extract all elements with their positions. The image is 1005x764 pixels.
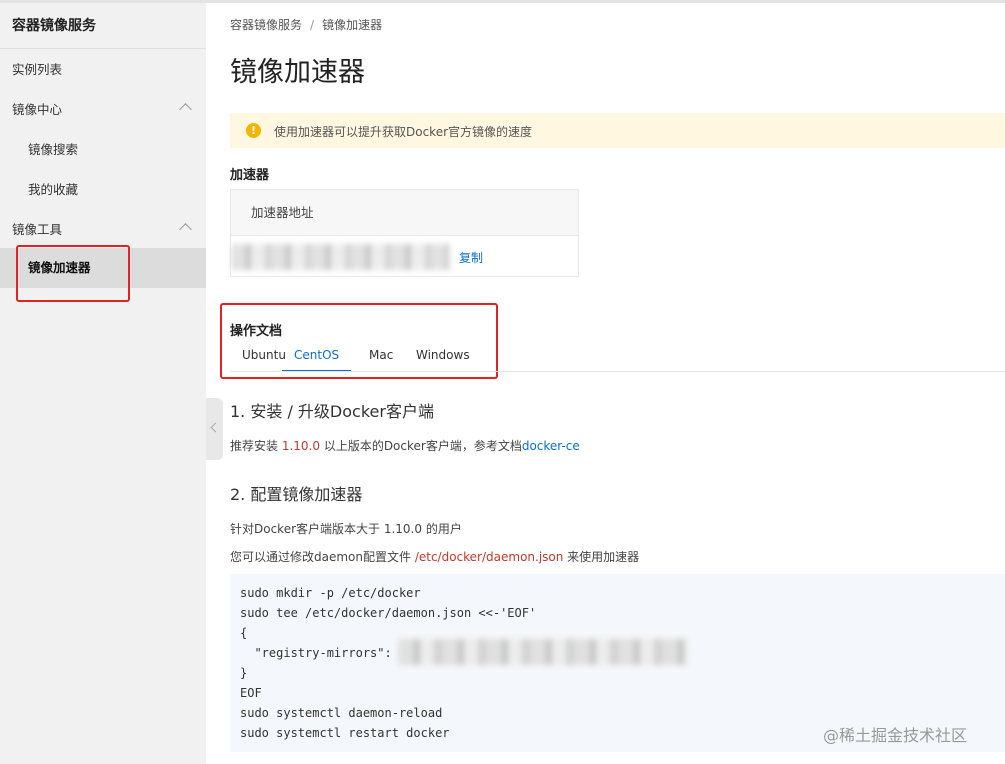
- config-text-before: 您可以通过修改daemon配置文件: [230, 550, 415, 564]
- sidebar: 容器镜像服务 实例列表 镜像中心 镜像搜索 我的收藏 镜像工具 镜像加速器: [0, 3, 206, 764]
- copy-link[interactable]: 复制: [459, 249, 483, 266]
- install-text-after: 以上版本的Docker客户端，参考文档: [320, 439, 522, 453]
- code-line: "registry-mirrors":: [240, 646, 399, 660]
- accelerator-table: 加速器地址 复制: [230, 189, 579, 277]
- code-line: sudo systemctl restart docker: [240, 726, 450, 740]
- sidebar-item-label: 实例列表: [12, 62, 63, 77]
- section-config-title: 2. 配置镜像加速器: [230, 485, 363, 504]
- sidebar-item-image-search[interactable]: 镜像搜索: [0, 130, 206, 170]
- chevron-up-icon[interactable]: [179, 103, 192, 116]
- docker-ce-link[interactable]: docker-ce: [522, 439, 580, 453]
- code-line: {: [240, 626, 248, 640]
- sidebar-item-label: 镜像工具: [12, 222, 63, 237]
- tab-ubuntu[interactable]: Ubuntu: [242, 348, 286, 370]
- section-install-text: 推荐安装 1.10.0 以上版本的Docker客户端，参考文档docker-ce: [230, 437, 580, 454]
- sidebar-collapse-toggle[interactable]: [206, 398, 223, 460]
- watermark: @稀土掘金技术社区: [823, 726, 968, 745]
- blurred-mirror-url: [398, 639, 688, 665]
- version-number: 1.10.0: [281, 439, 320, 453]
- docs-heading: 操作文档: [230, 324, 283, 339]
- sidebar-item-instances[interactable]: 实例列表: [0, 50, 206, 90]
- breadcrumb: 容器镜像服务 / 镜像加速器: [230, 16, 382, 33]
- blurred-accelerator-address: [231, 244, 449, 270]
- install-text-before: 推荐安装: [230, 439, 282, 453]
- section-config-line1: 针对Docker客户端版本大于 1.10.0 的用户: [230, 522, 462, 536]
- tab-mac[interactable]: Mac: [369, 348, 393, 370]
- accelerator-heading: 加速器: [230, 168, 270, 183]
- section-config-line2: 您可以通过修改daemon配置文件 /etc/docker/daemon.jso…: [230, 548, 639, 565]
- sidebar-item-favorites[interactable]: 我的收藏: [0, 170, 206, 210]
- section-install-title: 1. 安装 / 升级Docker客户端: [230, 402, 434, 421]
- config-text-after: 来使用加速器: [563, 550, 640, 564]
- chevron-left-icon: [210, 422, 221, 433]
- breadcrumb-root[interactable]: 容器镜像服务: [230, 18, 302, 32]
- sidebar-item-label: 镜像搜索: [28, 142, 79, 157]
- accelerator-column-header: 加速器地址: [231, 190, 578, 236]
- page-title: 镜像加速器: [230, 57, 365, 88]
- chevron-up-icon[interactable]: [179, 223, 192, 236]
- config-file-path: /etc/docker/daemon.json: [414, 550, 564, 564]
- tab-centos[interactable]: CentOS: [282, 348, 352, 372]
- code-line: }: [240, 666, 248, 680]
- code-line: sudo mkdir -p /etc/docker: [240, 586, 421, 600]
- code-line: EOF: [240, 686, 262, 700]
- info-notice: ! 使用加速器可以提升获取Docker官方镜像的速度: [230, 113, 1005, 148]
- tab-windows[interactable]: Windows: [416, 348, 470, 370]
- accelerator-row: 复制: [231, 236, 578, 277]
- sidebar-item-label: 镜像中心: [12, 102, 63, 117]
- highlight-box-sidebar: [16, 245, 130, 302]
- sidebar-item-label: 我的收藏: [28, 182, 79, 197]
- sidebar-group-image-center[interactable]: 镜像中心: [0, 90, 206, 130]
- sidebar-group-image-tools[interactable]: 镜像工具: [0, 210, 206, 250]
- code-line: sudo systemctl daemon-reload: [240, 706, 443, 720]
- code-line: sudo tee /etc/docker/daemon.json <<-'EOF…: [240, 606, 537, 620]
- breadcrumb-separator: /: [310, 18, 315, 32]
- warning-icon: !: [246, 123, 261, 138]
- notice-text: 使用加速器可以提升获取Docker官方镜像的速度: [274, 125, 533, 139]
- breadcrumb-current: 镜像加速器: [322, 18, 383, 32]
- tabs-divider: [230, 371, 1005, 372]
- sidebar-title: 容器镜像服务: [12, 18, 96, 34]
- sidebar-divider: [0, 48, 206, 49]
